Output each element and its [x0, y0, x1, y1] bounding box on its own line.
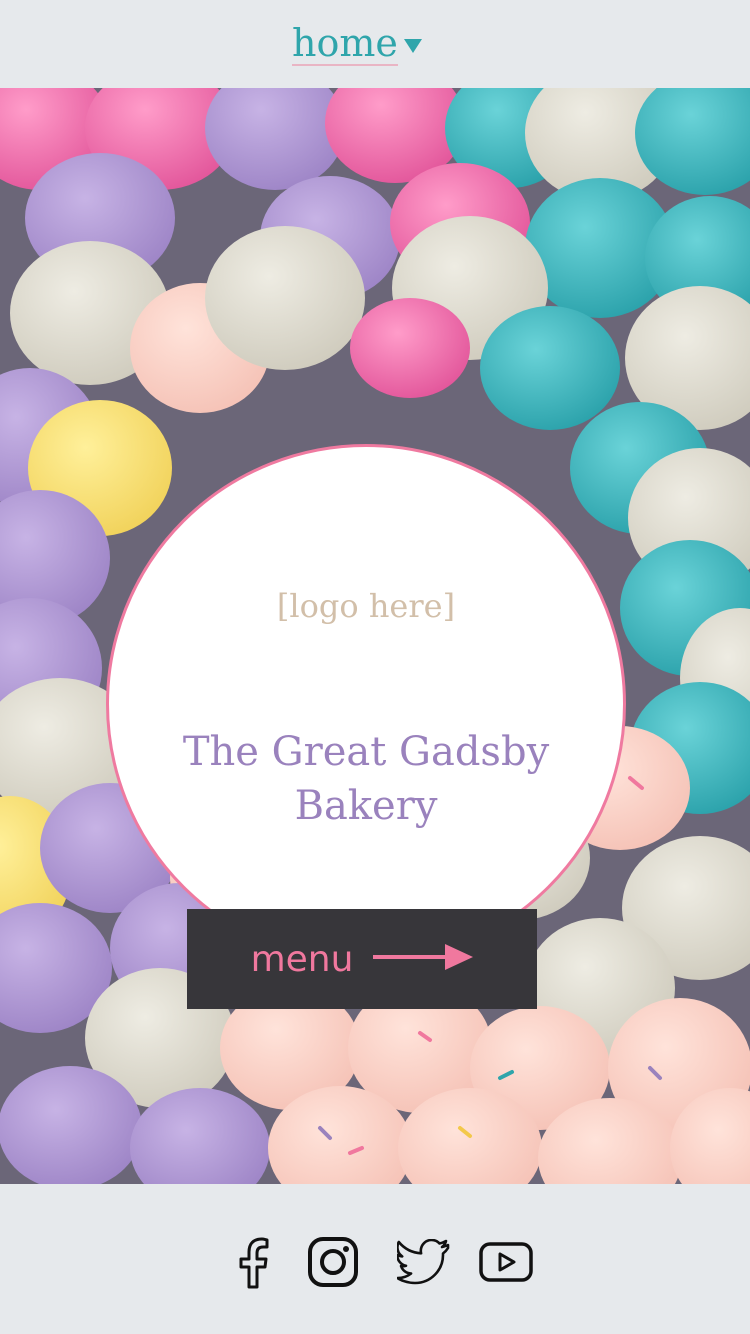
- youtube-icon[interactable]: [478, 1234, 534, 1290]
- twitter-icon[interactable]: [396, 1234, 452, 1290]
- facebook-icon[interactable]: [226, 1234, 282, 1290]
- header: home: [0, 0, 750, 88]
- caret-down-icon: [403, 39, 422, 53]
- bakery-name: The Great Gadsby Bakery: [149, 725, 583, 833]
- arrow-right-icon: [371, 942, 474, 976]
- logo-circle: [logo here] The Great Gadsby Bakery: [106, 444, 626, 964]
- bakery-name-line2: Bakery: [294, 783, 438, 829]
- menu-button-label: menu: [250, 938, 354, 980]
- home-nav-dropdown[interactable]: home: [292, 22, 422, 66]
- nav-label: home: [292, 21, 398, 66]
- hero-section: [logo here] The Great Gadsby Bakery menu: [0, 88, 750, 1184]
- bakery-name-line1: The Great Gadsby: [182, 729, 550, 775]
- instagram-icon[interactable]: [305, 1234, 361, 1290]
- logo-placeholder: [logo here]: [276, 587, 456, 625]
- menu-button[interactable]: menu: [187, 909, 537, 1009]
- footer: [0, 1184, 750, 1334]
